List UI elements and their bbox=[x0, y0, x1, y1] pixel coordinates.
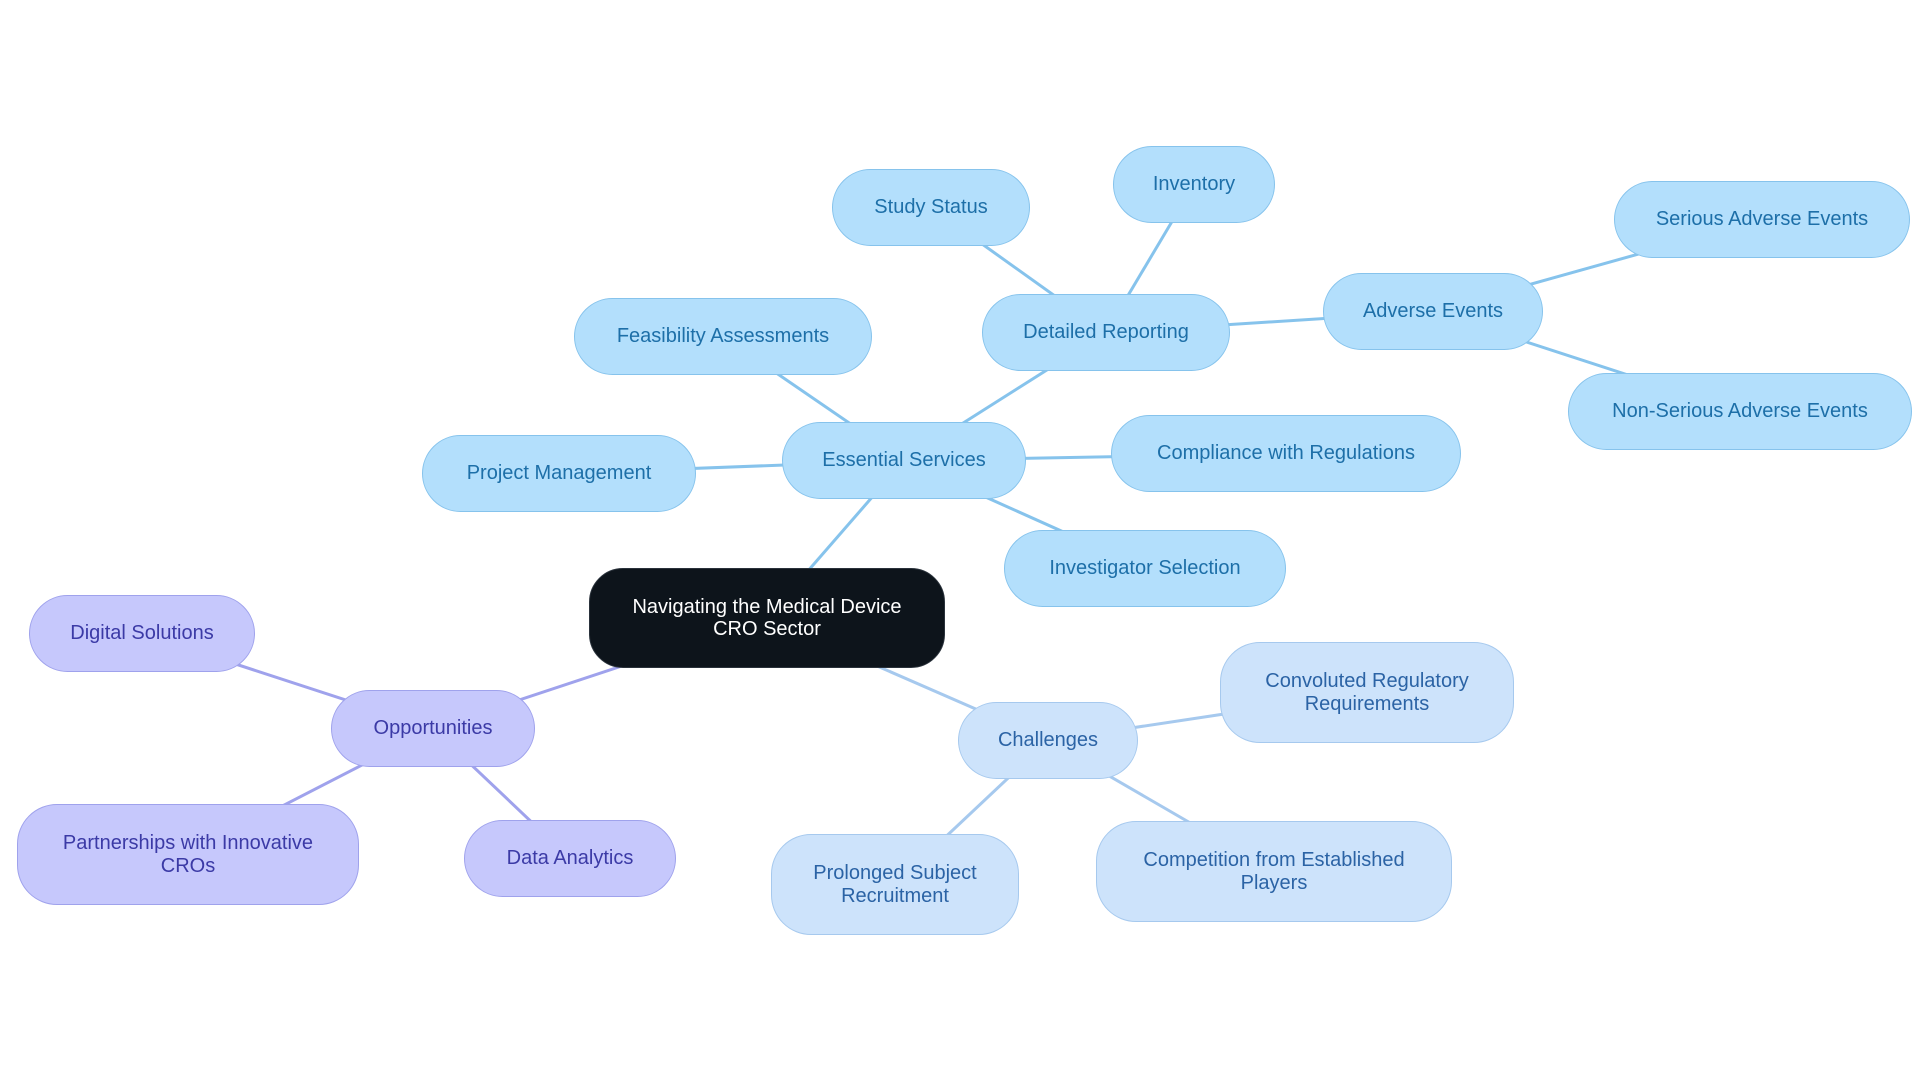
node-partnerships-with-innovative-cros[interactable]: Partnerships with Innovative CROs bbox=[17, 804, 359, 905]
node-compliance-with-regulations[interactable]: Compliance with Regulations bbox=[1111, 415, 1461, 492]
node-inventory[interactable]: Inventory bbox=[1113, 146, 1275, 223]
node-convoluted-regulatory-requirements[interactable]: Convoluted Regulatory Requirements bbox=[1220, 642, 1514, 743]
node-non-serious-adverse-events-label: Non-Serious Adverse Events bbox=[1612, 400, 1868, 422]
node-serious-adverse-events[interactable]: Serious Adverse Events bbox=[1614, 181, 1910, 258]
node-investigator-selection-label: Investigator Selection bbox=[1049, 557, 1241, 579]
node-competition-from-established-players[interactable]: Competition from Established Players bbox=[1096, 821, 1452, 922]
node-feasibility-assessments-label: Feasibility Assessments bbox=[616, 325, 830, 347]
node-partnerships-with-innovative-cros-label: Partnerships with Innovative CROs bbox=[62, 831, 314, 877]
node-challenges-label: Challenges bbox=[997, 729, 1099, 751]
node-study-status-label: Study Status bbox=[874, 196, 988, 218]
node-project-management-label: Project Management bbox=[466, 462, 652, 484]
node-digital-solutions[interactable]: Digital Solutions bbox=[29, 595, 255, 672]
node-study-status[interactable]: Study Status bbox=[832, 169, 1030, 246]
node-compliance-with-regulations-label: Compliance with Regulations bbox=[1157, 442, 1415, 464]
node-opportunities[interactable]: Opportunities bbox=[331, 690, 535, 767]
node-feasibility-assessments[interactable]: Feasibility Assessments bbox=[574, 298, 872, 375]
node-adverse-events[interactable]: Adverse Events bbox=[1323, 273, 1543, 350]
node-detailed-reporting-label: Detailed Reporting bbox=[1023, 321, 1189, 343]
node-competition-from-established-players-label: Competition from Established Players bbox=[1143, 848, 1405, 894]
node-essential-services[interactable]: Essential Services bbox=[782, 422, 1026, 499]
node-convoluted-regulatory-requirements-label: Convoluted Regulatory Requirements bbox=[1265, 669, 1469, 715]
root-node[interactable]: Navigating the Medical Device CRO Sector bbox=[589, 568, 945, 668]
node-adverse-events-label: Adverse Events bbox=[1362, 300, 1504, 322]
node-inventory-label: Inventory bbox=[1152, 173, 1236, 195]
node-prolonged-subject-recruitment-label: Prolonged Subject Recruitment bbox=[813, 861, 977, 907]
node-non-serious-adverse-events[interactable]: Non-Serious Adverse Events bbox=[1568, 373, 1912, 450]
node-opportunities-label: Opportunities bbox=[373, 717, 493, 739]
node-digital-solutions-label: Digital Solutions bbox=[70, 622, 214, 644]
node-project-management[interactable]: Project Management bbox=[422, 435, 696, 512]
node-data-analytics-label: Data Analytics bbox=[506, 847, 634, 869]
node-detailed-reporting[interactable]: Detailed Reporting bbox=[982, 294, 1230, 371]
node-challenges[interactable]: Challenges bbox=[958, 702, 1138, 779]
node-serious-adverse-events-label: Serious Adverse Events bbox=[1655, 208, 1869, 230]
node-essential-services-label: Essential Services bbox=[822, 449, 986, 471]
node-data-analytics[interactable]: Data Analytics bbox=[464, 820, 676, 897]
root-node-label: Navigating the Medical Device CRO Sector bbox=[632, 596, 902, 640]
node-investigator-selection[interactable]: Investigator Selection bbox=[1004, 530, 1286, 607]
node-prolonged-subject-recruitment[interactable]: Prolonged Subject Recruitment bbox=[771, 834, 1019, 935]
